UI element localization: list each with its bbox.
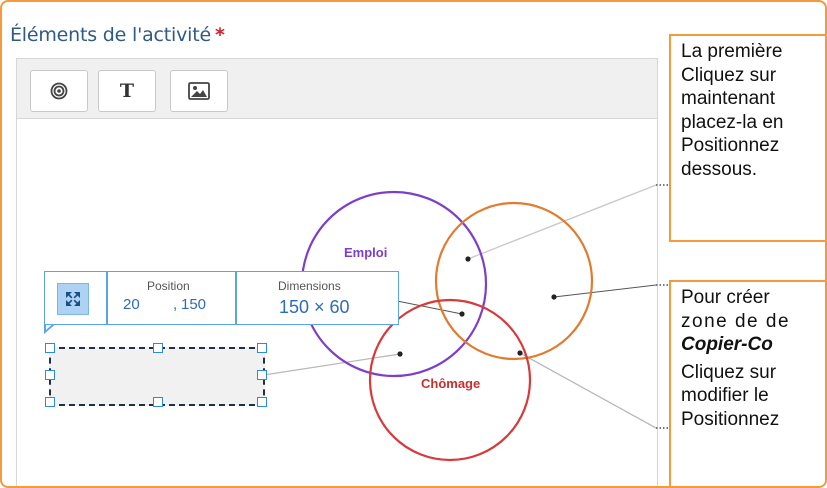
move-arrows-icon: [66, 292, 80, 306]
section-title: Éléments de l'activité *: [10, 24, 225, 46]
resize-handle-sw[interactable]: [45, 397, 55, 407]
resize-handle-se[interactable]: [257, 397, 267, 407]
target-icon: [50, 82, 68, 100]
callout-line: La première: [681, 41, 783, 62]
popup-divider: [106, 272, 108, 324]
callout-line: Positionnez: [681, 408, 780, 430]
position-x-input[interactable]: 20: [123, 296, 140, 313]
position-separator: ,: [173, 296, 178, 313]
activity-elements-panel: Éléments de l'activité * T Emploi Chômag…: [0, 0, 827, 488]
dimensions-input[interactable]: 150 × 60: [279, 297, 350, 318]
instruction-callout-2: Pour créer zone de de Copier-Co Cliquez …: [669, 280, 825, 486]
callout-line-emphasis: Copier-Co: [681, 334, 773, 355]
instruction-callout-1: La première Cliquez sur maintenant place…: [669, 34, 825, 242]
element-toolbar: T: [16, 58, 658, 119]
callout-line: dessous.: [681, 158, 758, 180]
image-icon: [188, 82, 210, 100]
callout-line: Pour créer: [681, 287, 770, 308]
resize-handle-ne[interactable]: [257, 343, 267, 353]
callout-line: Cliquez sur: [681, 361, 777, 383]
popup-divider: [235, 272, 237, 324]
required-asterisk: *: [214, 24, 225, 46]
add-text-button[interactable]: T: [98, 70, 156, 112]
text-icon: T: [119, 80, 135, 102]
callout-line: Cliquez sur: [681, 64, 777, 86]
position-dimensions-popup: Position 20 , 150 Dimensions 150 × 60: [44, 271, 399, 325]
add-image-button[interactable]: [170, 70, 228, 112]
callout-line: modifier le: [681, 385, 769, 406]
move-button[interactable]: [57, 283, 89, 315]
callout-line: Positionnez: [681, 135, 780, 156]
add-hotspot-button[interactable]: [30, 70, 88, 112]
callout-line: zone de de: [681, 310, 791, 332]
resize-handle-n[interactable]: [153, 343, 163, 353]
position-label: Position: [147, 279, 190, 293]
resize-handle-nw[interactable]: [45, 343, 55, 353]
dimensions-label: Dimensions: [278, 279, 341, 293]
resize-handle-w[interactable]: [45, 370, 55, 380]
section-title-text: Éléments de l'activité: [10, 24, 211, 46]
resize-handle-e[interactable]: [257, 370, 267, 380]
callout-line: maintenant: [681, 88, 776, 109]
callout-line: placez-la en: [681, 111, 784, 133]
position-y-input[interactable]: 150: [181, 296, 206, 313]
resize-handle-s[interactable]: [153, 397, 163, 407]
